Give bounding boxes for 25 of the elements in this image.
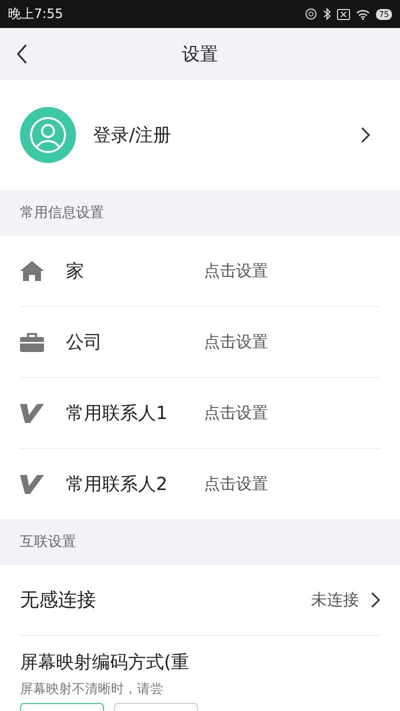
briefcase-icon <box>20 332 44 352</box>
settings-row[interactable]: 无感连接 未连接 <box>20 565 380 636</box>
v-icon <box>20 403 44 423</box>
settings-row[interactable]: 常用联系人2 点击设置 <box>20 449 380 519</box>
setting-title: 屏幕映射编码方式(重 <box>20 651 190 674</box>
setting-hint: 屏幕映射不清晰时，请尝 <box>20 681 164 698</box>
section-title: 互联设置 <box>20 533 76 551</box>
settings-row[interactable]: 常用联系人1 点击设置 <box>20 378 380 449</box>
settings-row[interactable]: 家 点击设置 <box>20 236 380 307</box>
section-title: 常用信息设置 <box>20 204 104 222</box>
avatar-icon <box>20 107 76 163</box>
wifi-icon <box>356 8 370 20</box>
chevron-icon <box>361 127 370 143</box>
chevron-icon <box>371 592 380 608</box>
account-row[interactable]: 登录/注册 <box>0 80 400 190</box>
v-icon <box>20 474 44 494</box>
battery-level: 75 <box>376 8 392 20</box>
alarm-icon <box>304 8 317 20</box>
status-time: 晚上7:55 <box>8 6 64 23</box>
settings-row[interactable]: 公司 点击设置 <box>20 307 380 378</box>
bluetooth-icon <box>322 8 331 20</box>
sim-icon <box>336 8 350 20</box>
page-title: 设置 <box>182 43 218 66</box>
back-icon[interactable] <box>16 44 28 64</box>
house-icon <box>20 261 44 281</box>
